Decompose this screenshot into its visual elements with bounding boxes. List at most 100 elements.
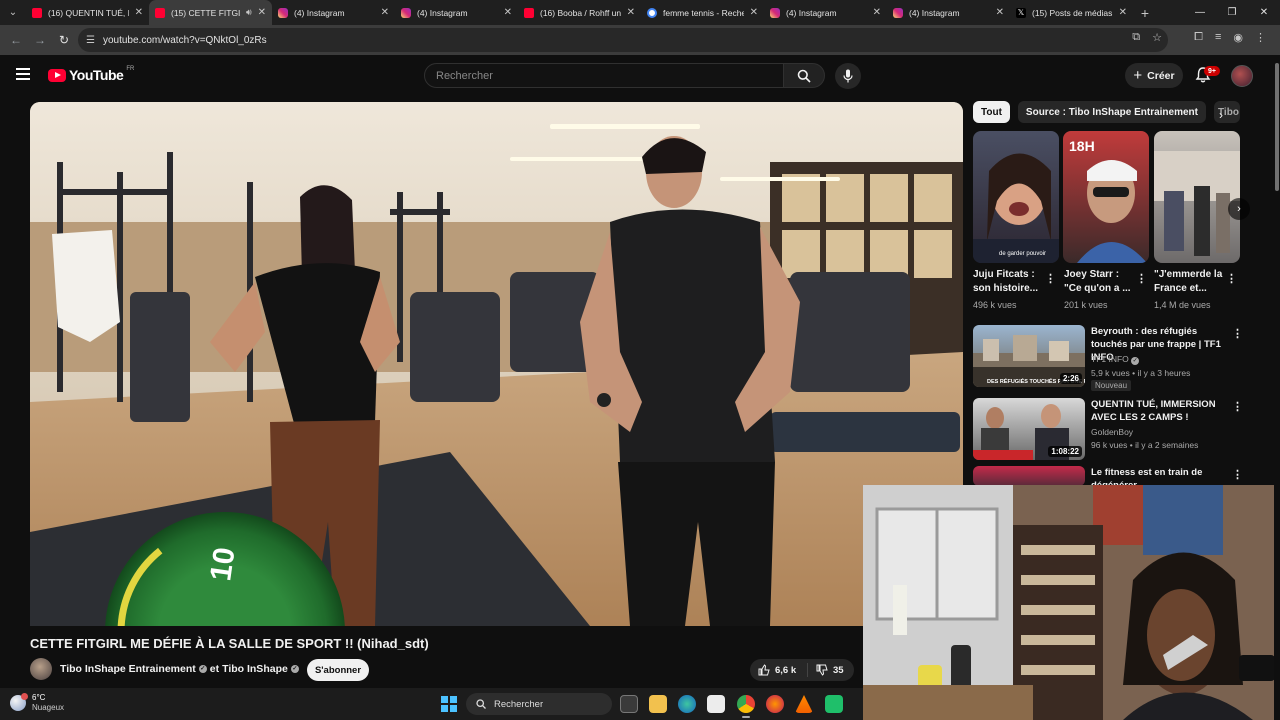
- speaker-icon[interactable]: 🔊︎: [246, 7, 252, 18]
- forward-icon[interactable]: →: [28, 33, 52, 47]
- verified-icon: ✓: [1131, 357, 1140, 365]
- chip-tibo[interactable]: Tibo InShape: [1214, 101, 1240, 123]
- tab-close-icon[interactable]: ✕: [627, 7, 635, 18]
- browser-tab[interactable]: 𝕏 (15) Posts de médias ✕: [1010, 0, 1133, 25]
- short-thumbnail[interactable]: de garder pouvoir: [973, 131, 1059, 263]
- tab-close-icon[interactable]: ✕: [996, 7, 1004, 18]
- window-controls: — ❐ ✕: [1184, 0, 1280, 25]
- browser-tab[interactable]: (4) Instagram ✕: [272, 0, 395, 25]
- search-icon: [476, 699, 486, 709]
- app-icon[interactable]: [825, 695, 843, 713]
- tab-close-icon[interactable]: ✕: [504, 7, 512, 18]
- install-app-icon[interactable]: ⧉: [1132, 31, 1140, 44]
- video-thumbnail[interactable]: [973, 466, 1085, 486]
- tab-close-icon[interactable]: ✕: [258, 7, 266, 18]
- tab-close-icon[interactable]: ✕: [750, 7, 758, 18]
- file-explorer-icon[interactable]: [649, 695, 667, 713]
- tab-close-icon[interactable]: ✕: [873, 7, 881, 18]
- taskbar-search[interactable]: Rechercher: [466, 693, 612, 715]
- tab-close-icon[interactable]: ✕: [135, 7, 143, 18]
- task-view-icon[interactable]: [620, 695, 638, 713]
- windows-start-icon[interactable]: [441, 696, 457, 712]
- back-icon[interactable]: ←: [4, 33, 28, 47]
- short-title[interactable]: "J'emmerde la France et...: [1154, 268, 1226, 296]
- more-options-icon[interactable]: ⋮: [1136, 272, 1147, 285]
- browser-tab[interactable]: (16) Booba / Rohff un ✕: [518, 0, 641, 25]
- voice-search-button[interactable]: [835, 63, 861, 89]
- more-options-icon[interactable]: ⋮: [1232, 468, 1243, 481]
- site-info-icon[interactable]: ☰: [86, 35, 95, 46]
- video-title-link[interactable]: QUENTIN TUÉ, IMMERSION AVEC LES 2 CAMPS …: [1091, 398, 1231, 424]
- reload-icon[interactable]: ↻: [52, 33, 76, 47]
- browser-tab[interactable]: (4) Instagram ✕: [764, 0, 887, 25]
- more-options-icon[interactable]: ⋮: [1045, 272, 1056, 285]
- chip-all[interactable]: Tout: [973, 101, 1010, 123]
- address-bar[interactable]: ☰ youtube.com/watch?v=QNktOl_0zRs: [78, 28, 1168, 52]
- browser-menu-icon[interactable]: ⋮: [1255, 31, 1266, 44]
- video-thumbnail[interactable]: DES RÉFUGIÉS TOUCHÉS PAR UNE FRAPPE 2:26: [973, 325, 1085, 387]
- media-controls-icon[interactable]: ≡: [1215, 31, 1221, 44]
- channel-name-2[interactable]: Tibo InShape: [222, 663, 288, 675]
- close-window-icon[interactable]: ✕: [1248, 0, 1280, 25]
- browser-tab[interactable]: (16) QUENTIN TUÉ, IMMERSI ✕: [26, 0, 149, 25]
- instagram-icon: [770, 7, 780, 18]
- account-avatar[interactable]: [1231, 65, 1253, 87]
- more-options-icon[interactable]: ⋮: [1232, 400, 1243, 413]
- browser-tab[interactable]: (4) Instagram ✕: [887, 0, 1010, 25]
- vlc-icon[interactable]: [795, 695, 813, 713]
- channel-label: TF1 INFO: [1091, 354, 1129, 364]
- bookmark-star-icon[interactable]: ☆: [1152, 31, 1162, 44]
- edge-icon[interactable]: [678, 695, 696, 713]
- chrome-icon[interactable]: [737, 695, 755, 713]
- shorts-next-icon[interactable]: ›: [1228, 198, 1250, 220]
- more-options-icon[interactable]: ⋮: [1226, 272, 1237, 285]
- like-button[interactable]: 6,6 k: [750, 663, 808, 677]
- subscribe-button[interactable]: S'abonner: [307, 659, 369, 681]
- thumbs-up-icon: [758, 664, 770, 676]
- restore-icon[interactable]: ❐: [1216, 0, 1248, 25]
- minimize-icon[interactable]: —: [1184, 0, 1216, 25]
- page-scrollbar[interactable]: [1274, 55, 1280, 720]
- extensions-icon[interactable]: ⧠: [1194, 31, 1203, 44]
- dislike-count: 35: [833, 664, 844, 676]
- instagram-icon: [893, 7, 903, 18]
- profile-icon[interactable]: ◉: [1233, 31, 1243, 44]
- dislike-button[interactable]: 35: [808, 664, 844, 676]
- browser-tab-active[interactable]: (15) CETTE FITGIRL 🔊︎ ✕: [149, 0, 272, 25]
- weather-widget[interactable]: 6°C Nuageux: [10, 693, 64, 713]
- video-views: 96 k vues: [1091, 440, 1128, 450]
- thumbs-down-icon: [816, 664, 828, 676]
- store-icon[interactable]: [707, 695, 725, 713]
- youtube-logo[interactable]: YouTube FR: [48, 66, 135, 83]
- new-tab-button[interactable]: +: [1133, 5, 1157, 21]
- region-code: FR: [126, 66, 135, 72]
- create-button[interactable]: + Créer: [1125, 63, 1183, 88]
- more-options-icon[interactable]: ⋮: [1232, 327, 1243, 340]
- video-player[interactable]: 10: [30, 102, 963, 626]
- short-thumbnail[interactable]: 18H: [1063, 131, 1149, 263]
- chip-source[interactable]: Source : Tibo InShape Entrainement: [1017, 101, 1206, 123]
- short-title[interactable]: Juju Fitcats : son histoire...: [973, 268, 1045, 296]
- menu-icon[interactable]: [16, 68, 30, 80]
- tab-close-icon[interactable]: ✕: [1119, 7, 1127, 18]
- firefox-icon[interactable]: [766, 695, 784, 713]
- search-button[interactable]: [783, 63, 825, 88]
- video-title-link[interactable]: Le fitness est en train de dégénérer: [1091, 466, 1231, 486]
- video-title: CETTE FITGIRL ME DÉFIE À LA SALLE DE SPO…: [30, 636, 429, 651]
- short-image: de garder pouvoir: [973, 153, 1059, 263]
- short-thumbnail[interactable]: [1154, 131, 1240, 263]
- tab-search-icon[interactable]: ⌄: [0, 0, 26, 25]
- channel-avatar[interactable]: [30, 658, 52, 680]
- browser-tab[interactable]: (4) Instagram ✕: [395, 0, 518, 25]
- tab-close-icon[interactable]: ✕: [381, 7, 389, 18]
- video-channel[interactable]: TF1 INFO ✓: [1091, 354, 1140, 365]
- search-input[interactable]: Rechercher: [424, 63, 784, 88]
- chips-next-icon[interactable]: ›: [1219, 108, 1223, 122]
- scrollbar-thumb[interactable]: [1275, 63, 1279, 191]
- browser-tab[interactable]: femme tennis - Reche ✕: [641, 0, 764, 25]
- channel-name[interactable]: Tibo InShape Entrainement: [60, 663, 196, 675]
- video-thumbnail[interactable]: 1:08:22: [973, 398, 1085, 460]
- video-channel[interactable]: GoldenBoy: [1091, 427, 1133, 437]
- video-age: il y a 3 heures: [1137, 368, 1191, 378]
- short-title[interactable]: Joey Starr : "Ce qu'on a ...: [1064, 268, 1136, 296]
